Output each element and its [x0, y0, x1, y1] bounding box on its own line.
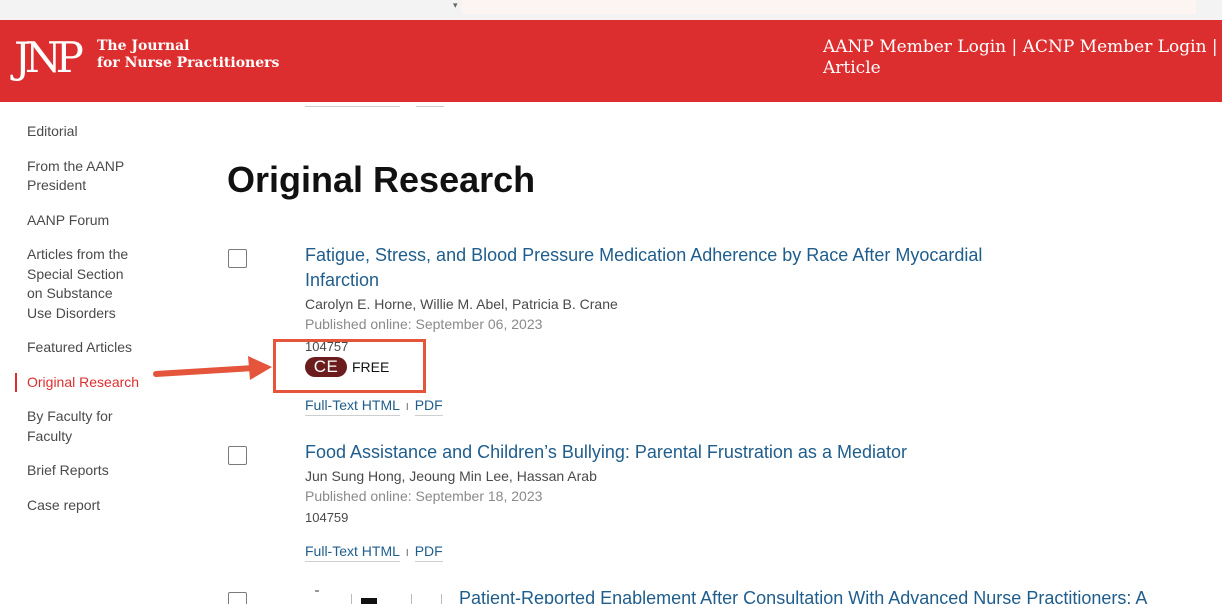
article-select-checkbox[interactable]	[228, 249, 247, 268]
previous-link-underline	[416, 102, 444, 107]
article-authors: Jun Sung Hong, Jeoung Min Lee, Hassan Ar…	[305, 468, 597, 484]
cursor-icon: ▾	[453, 0, 458, 10]
journal-name-line2: for Nurse Practitioners	[97, 55, 280, 71]
annotation-arrow-icon	[153, 356, 272, 380]
article-item: Food Assistance and Children’s Bullying:…	[305, 440, 1005, 564]
article-id: 104759	[305, 510, 349, 525]
link-separator: I	[405, 402, 409, 413]
article-thumbnail[interactable]	[305, 590, 445, 604]
header-links-line2[interactable]: Article	[823, 58, 1222, 79]
sidebar-item-special-section[interactable]: Articles from the Special Section on Sub…	[15, 245, 140, 323]
pdf-link[interactable]: PDF	[414, 543, 443, 562]
article-published-date: Published online: September 06, 2023	[305, 316, 543, 332]
sidebar-item-featured-articles[interactable]: Featured Articles	[15, 338, 140, 358]
sidebar-item-original-research[interactable]: Original Research	[15, 372, 140, 392]
previous-link-underline	[305, 102, 400, 107]
sidebar-item-faculty-for-faculty[interactable]: By Faculty for Faculty	[15, 407, 140, 446]
header-login-links[interactable]: AANP Member Login | ACNP Member Login | …	[823, 37, 1222, 79]
article-select-checkbox[interactable]	[228, 446, 247, 465]
journal-name-line1: The Journal	[97, 38, 190, 54]
header-links-line1[interactable]: AANP Member Login | ACNP Member Login | …	[823, 37, 1222, 57]
sidebar-item-aanp-forum[interactable]: AANP Forum	[15, 211, 140, 231]
sidebar-item-brief-reports[interactable]: Brief Reports	[15, 461, 140, 481]
full-text-html-link[interactable]: Full-Text HTML	[305, 397, 400, 416]
section-sidebar: Editorial From the AANP President AANP F…	[15, 122, 145, 530]
article-title-link[interactable]: Patient-Reported Enablement After Consul…	[459, 586, 1219, 604]
article-links: Full-Text HTML I PDF	[305, 395, 1005, 418]
section-title: Original Research	[227, 159, 536, 200]
annotation-highlight-box	[273, 339, 426, 393]
article-links: Full-Text HTML I PDF	[305, 541, 1005, 564]
article-title-link[interactable]: Fatigue, Stress, and Blood Pressure Medi…	[305, 243, 1005, 293]
site-header: JNP The Journal for Nurse Practitioners …	[0, 20, 1222, 102]
sidebar-item-case-report[interactable]: Case report	[15, 496, 140, 516]
link-separator: I	[405, 548, 409, 559]
jnp-logo-icon[interactable]: JNP	[14, 32, 84, 84]
sidebar-item-from-the-president[interactable]: From the AANP President	[15, 157, 140, 196]
browser-top-strip: ▾	[0, 0, 1222, 20]
sidebar-item-editorial[interactable]: Editorial	[15, 122, 140, 142]
pdf-link[interactable]: PDF	[414, 397, 443, 416]
browser-address-field[interactable]	[462, 0, 1196, 14]
article-select-checkbox[interactable]	[228, 592, 247, 604]
article-published-date: Published online: September 18, 2023	[305, 488, 543, 504]
article-title-link[interactable]: Food Assistance and Children’s Bullying:…	[305, 440, 1005, 465]
journal-name[interactable]: The Journal for Nurse Practitioners	[97, 38, 279, 72]
article-authors: Carolyn E. Horne, Willie M. Abel, Patric…	[305, 296, 618, 312]
full-text-html-link[interactable]: Full-Text HTML	[305, 543, 400, 562]
